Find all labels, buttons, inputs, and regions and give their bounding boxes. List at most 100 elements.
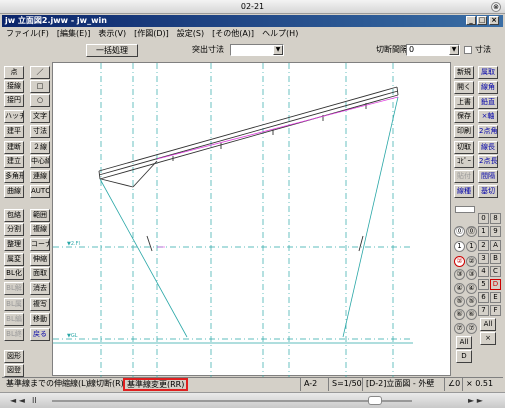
tool-6-b[interactable]: 中心線 <box>30 155 50 168</box>
right-tool-6-b[interactable]: 2点長 <box>478 155 498 168</box>
group-3-circle-b[interactable]: ③ <box>466 269 477 280</box>
layer-1[interactable]: 1 <box>478 226 489 237</box>
layer-0[interactable]: 0 <box>478 213 489 224</box>
group-1-circle-b[interactable]: 1 <box>466 241 477 252</box>
tool-12-b[interactable]: 伸縮 <box>30 253 50 266</box>
group-2-circle[interactable]: ② <box>454 256 465 267</box>
right-tool-6-a[interactable]: ｺﾋﾟｰ <box>454 155 474 168</box>
layer-8[interactable]: 8 <box>490 213 501 224</box>
layer-E[interactable]: E <box>490 292 501 303</box>
tool-14-a[interactable]: BL解 <box>4 282 24 295</box>
tool-0-b[interactable]: ／ <box>30 66 50 79</box>
progress-thumb[interactable] <box>368 396 382 405</box>
group-all-button[interactable]: All <box>456 336 472 349</box>
tool-9-a[interactable]: 包絡 <box>4 209 24 222</box>
right-tool-3-b[interactable]: ×軸 <box>478 110 498 123</box>
protrusion-select[interactable]: ▼ <box>230 44 284 56</box>
tool-7-b[interactable]: 連線 <box>30 170 50 183</box>
tool-15-a[interactable]: BL属 <box>4 298 24 311</box>
batch-process-button[interactable]: 一括処理 <box>86 44 138 57</box>
tool-1-a[interactable]: 接線 <box>4 80 24 93</box>
right-tool-0-a[interactable]: 新規 <box>454 66 474 79</box>
group-4-circle-b[interactable]: ④ <box>466 283 477 294</box>
layer-7[interactable]: 7 <box>478 305 489 316</box>
chevron-down-icon[interactable]: ▼ <box>273 45 283 55</box>
right-tool-8-a[interactable]: 線種 <box>454 185 474 198</box>
tool-16-b[interactable]: 移動 <box>30 313 50 326</box>
tool-6-a[interactable]: 建立 <box>4 155 24 168</box>
layer-F[interactable]: F <box>490 305 501 316</box>
tool-18-a[interactable]: 図形 <box>4 350 24 363</box>
group-4-circle[interactable]: ④ <box>454 283 465 294</box>
tool-15-b[interactable]: 複写 <box>30 298 50 311</box>
close-button[interactable]: × <box>489 16 499 25</box>
right-tool-2-b[interactable]: 鉛直 <box>478 96 498 109</box>
layer-D[interactable]: D <box>490 279 501 290</box>
tool-7-a[interactable]: 多角形 <box>4 170 24 183</box>
tool-5-b[interactable]: ２線 <box>30 141 50 154</box>
right-tool-7-a[interactable]: 貼付 <box>454 170 474 183</box>
progress-track[interactable] <box>52 400 412 402</box>
tool-4-b[interactable]: 寸法 <box>30 125 50 138</box>
tool-3-a[interactable]: ハッチ <box>4 110 24 123</box>
tool-19-a[interactable]: 図登 <box>4 364 24 377</box>
tool-17-a[interactable]: BL終 <box>4 328 24 341</box>
right-tool-4-a[interactable]: 印刷 <box>454 125 474 138</box>
group-0-circle[interactable]: ⓪ <box>454 226 465 237</box>
layer-6[interactable]: 6 <box>478 292 489 303</box>
tool-11-a[interactable]: 整理 <box>4 238 24 251</box>
angle[interactable]: ∠0 <box>444 378 460 391</box>
group-6-circle-b[interactable]: ⑥ <box>466 309 477 320</box>
drawing-canvas[interactable]: ▼2.Fl ▼GL <box>52 62 451 377</box>
group-5-circle[interactable]: ⑤ <box>454 296 465 307</box>
paper-size[interactable]: A-2 <box>300 378 317 391</box>
right-tool-5-b[interactable]: 線長 <box>478 141 498 154</box>
minimize-button[interactable]: _ <box>466 16 476 25</box>
menu-edit[interactable]: [編集(E)] <box>57 27 91 40</box>
line-type-swatch[interactable] <box>455 206 475 213</box>
tool-4-a[interactable]: 建平 <box>4 125 24 138</box>
menu-other[interactable]: [その他(A)] <box>212 27 254 40</box>
menu-draw[interactable]: [作図(D)] <box>134 27 169 40</box>
menu-view[interactable]: 表示(V) <box>98 27 126 40</box>
dimension-checkbox[interactable] <box>464 46 472 54</box>
group-3-circle[interactable]: ③ <box>454 269 465 280</box>
tool-13-b[interactable]: 面取 <box>30 267 50 280</box>
layer-B[interactable]: B <box>490 253 501 264</box>
maximize-button[interactable]: □ <box>477 16 487 25</box>
group-2-circle-b[interactable]: ② <box>466 256 477 267</box>
tool-10-a[interactable]: 分割 <box>4 223 24 236</box>
tool-5-a[interactable]: 建断 <box>4 141 24 154</box>
tool-8-b[interactable]: AUTO <box>30 185 50 198</box>
right-tool-7-b[interactable]: 間隔 <box>478 170 498 183</box>
right-tool-2-a[interactable]: 上書 <box>454 96 474 109</box>
right-tool-5-a[interactable]: 切取 <box>454 141 474 154</box>
chevron-down-icon[interactable]: ▼ <box>449 45 459 55</box>
right-tool-4-b[interactable]: 2点角 <box>478 125 498 138</box>
right-tool-1-a[interactable]: 開く <box>454 81 474 94</box>
menu-file[interactable]: ファイル(F) <box>6 27 49 40</box>
zoom[interactable]: × 0.51 <box>462 378 493 391</box>
layer-3[interactable]: 3 <box>478 253 489 264</box>
outer-close-icon[interactable]: ⊗ <box>491 2 501 12</box>
close-x-icon[interactable]: × <box>480 332 496 345</box>
group-7-circle[interactable]: ⑦ <box>454 323 465 334</box>
group-1-circle[interactable]: 1 <box>454 241 465 252</box>
cut-interval-select[interactable]: 0 ▼ <box>406 44 460 56</box>
tool-14-b[interactable]: 消去 <box>30 282 50 295</box>
group-7-circle-b[interactable]: ⑦ <box>466 323 477 334</box>
group-5-circle-b[interactable]: ⑤ <box>466 296 477 307</box>
current-layer[interactable]: [D-2]立面図 - 外壁 <box>362 378 434 391</box>
tool-2-a[interactable]: 接円 <box>4 94 24 107</box>
layer-9[interactable]: 9 <box>490 226 501 237</box>
right-tool-8-b[interactable]: 基切 <box>478 185 498 198</box>
layer-2[interactable]: 2 <box>478 240 489 251</box>
tool-11-b[interactable]: コーナー <box>30 238 50 251</box>
tool-12-a[interactable]: 属変 <box>4 253 24 266</box>
right-tool-3-a[interactable]: 保存 <box>454 110 474 123</box>
right-tool-0-b[interactable]: 属取 <box>478 66 498 79</box>
tool-2-b[interactable]: ○ <box>30 94 50 107</box>
layer-C[interactable]: C <box>490 266 501 277</box>
layer-4[interactable]: 4 <box>478 266 489 277</box>
scale[interactable]: S=1/50 <box>328 378 362 391</box>
